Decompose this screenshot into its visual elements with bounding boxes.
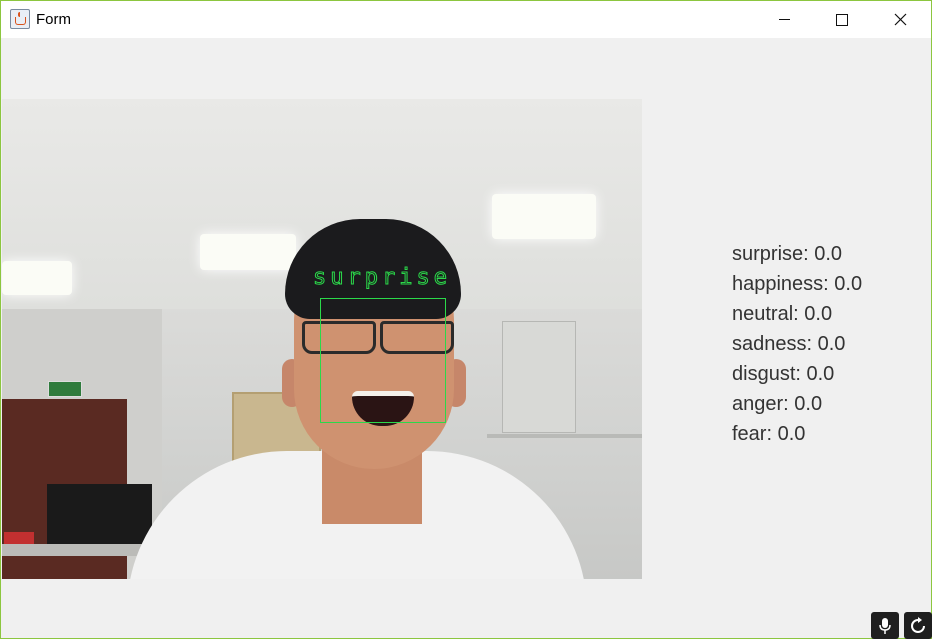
emotion-neutral: neutral: 0.0 [732,303,833,325]
camera-feed: surprise [2,99,642,579]
emotion-scores: surprise: 0.0 happiness: 0.0 neutral: 0.… [732,239,862,449]
app-window: Form surprise surprise: 0.0 happiness: 0… [0,0,932,639]
emotion-anger: anger: 0.0 [732,393,823,415]
wall-trim [487,434,642,438]
exit-sign [48,381,82,397]
maximize-icon [836,13,848,26]
java-coffee-cup-icon[interactable] [10,9,30,29]
window-title: Form [36,11,71,28]
maximize-button[interactable] [813,1,871,38]
emotion-surprise: surprise: 0.0 [732,243,843,265]
detected-emotion-label: surprise [313,265,451,291]
emotion-happiness: happiness: 0.0 [732,273,863,295]
ceiling-light [200,234,296,270]
desk-item [4,532,34,544]
microphone-icon [879,617,891,634]
minimize-button[interactable] [755,1,813,38]
ceiling-light [492,194,596,239]
refresh-button[interactable] [904,612,932,639]
minimize-icon [778,19,790,20]
title-bar[interactable]: Form [1,1,931,38]
refresh-icon [911,616,925,633]
close-icon [894,13,906,26]
close-button[interactable] [871,1,929,38]
monitor [47,484,152,544]
microphone-button[interactable] [871,612,899,639]
wall-panel [502,321,576,433]
ceiling-light [2,261,72,295]
face-detection-box [320,298,446,423]
emotion-sadness: sadness: 0.0 [732,333,846,355]
emotion-fear: fear: 0.0 [732,423,806,445]
emotion-disgust: disgust: 0.0 [732,363,835,385]
